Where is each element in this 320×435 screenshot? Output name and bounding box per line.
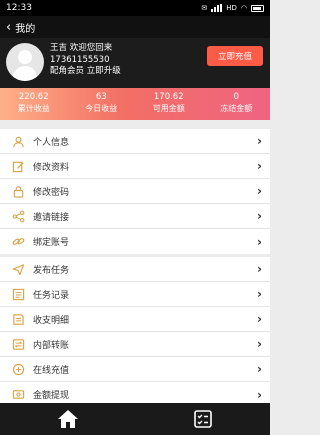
chevron-right-icon: ›	[257, 362, 262, 376]
status-icons: ✉ HD ◠	[201, 4, 264, 12]
avatar[interactable]	[6, 43, 44, 81]
account-menu: 个人信息 › 修改资料 › 修改密码 › 邀请链接 › 绑定账号 ›	[0, 129, 270, 254]
bottom-tab-bar	[0, 403, 270, 435]
menu-item-bind-account[interactable]: 绑定账号 ›	[0, 229, 270, 254]
menu-item-publish-task[interactable]: 发布任务 ›	[0, 257, 270, 282]
menu-item-label: 绑定账号	[33, 238, 70, 248]
menu-item-personal-info[interactable]: 个人信息 ›	[0, 129, 270, 154]
signal-icon	[211, 4, 223, 12]
menu-item-income-expense[interactable]: 收支明细 ›	[0, 307, 270, 332]
task-finance-menu: 发布任务 › 任务记录 › 收支明细 › 内部转账 › 在线充值 › 金额提现 …	[0, 257, 270, 407]
status-time: 12:33	[6, 3, 32, 13]
stat-value: 220.62	[18, 92, 49, 102]
menu-item-internal-transfer[interactable]: 内部转账 ›	[0, 332, 270, 357]
stat-frozen-amount: 0 冻结金额	[203, 88, 271, 120]
phone-number: 17361155530	[50, 54, 110, 65]
chevron-right-icon: ›	[257, 387, 262, 402]
menu-item-label: 发布任务	[33, 265, 70, 276]
chevron-right-icon: ›	[257, 234, 262, 249]
transfer-icon	[12, 338, 25, 351]
home-icon	[57, 410, 78, 428]
book-icon	[12, 313, 25, 326]
task-list-icon	[193, 410, 212, 428]
stat-today-earnings: 63 今日收益	[68, 88, 136, 120]
recharge-button[interactable]: 立即充值	[207, 46, 263, 66]
status-bar: 12:33 ✉ HD ◠	[0, 0, 270, 16]
list-icon	[12, 288, 25, 301]
tab-home[interactable]	[48, 405, 88, 433]
chevron-right-icon: ›	[257, 134, 262, 148]
chevron-right-icon: ›	[257, 337, 262, 351]
tab-tasks[interactable]	[183, 405, 223, 433]
send-icon	[12, 263, 25, 276]
menu-item-label: 收支明细	[33, 315, 70, 326]
stat-label: 可用金额	[152, 104, 185, 113]
earnings-stats: 220.62 累计收益 63 今日收益 170.62 可用金额 0 冻结金额	[0, 88, 270, 120]
recharge-icon	[12, 363, 25, 376]
menu-item-label: 金额提现	[33, 391, 70, 401]
stat-available-amount: 170.62 可用金额	[135, 88, 203, 120]
chevron-right-icon: ›	[257, 159, 262, 173]
menu-item-online-recharge[interactable]: 在线充值 ›	[0, 357, 270, 382]
chevron-right-icon: ›	[257, 287, 262, 301]
chevron-right-icon: ›	[257, 262, 262, 276]
withdraw-icon	[12, 388, 25, 401]
member-level[interactable]: 配角会员 立即升级	[50, 66, 121, 78]
battery-icon	[251, 4, 264, 12]
menu-item-edit-profile[interactable]: 修改资料 ›	[0, 154, 270, 179]
welcome-text: 王吉 欢迎您回来	[50, 43, 113, 53]
menu-item-invite-link[interactable]: 邀请链接 ›	[0, 204, 270, 229]
link-icon	[12, 235, 25, 248]
menu-item-label: 任务记录	[33, 290, 70, 301]
profile-header: 王吉 欢迎您回来 17361155530 配角会员 立即升级 立即充值	[0, 38, 270, 88]
lock-icon	[12, 185, 25, 198]
notification-icon: ✉	[201, 4, 208, 12]
menu-item-label: 内部转账	[33, 340, 70, 351]
stat-label: 今日收益	[85, 104, 118, 113]
user-info: 王吉 欢迎您回来 17361155530 配角会员 立即升级	[50, 43, 121, 78]
page-title: 我的	[15, 23, 36, 35]
menu-item-task-records[interactable]: 任务记录 ›	[0, 282, 270, 307]
stat-label: 冻结金额	[220, 104, 253, 113]
menu-item-change-password[interactable]: 修改密码 ›	[0, 179, 270, 204]
back-arrow-icon[interactable]: ‹	[6, 21, 11, 34]
stat-value: 0	[233, 92, 239, 102]
stat-value: 63	[95, 92, 107, 102]
menu-item-label: 修改密码	[33, 187, 70, 198]
user-icon	[12, 135, 25, 148]
chevron-right-icon: ›	[257, 184, 262, 198]
chevron-right-icon: ›	[257, 209, 262, 223]
stat-value: 170.62	[153, 92, 184, 102]
stat-label: 累计收益	[17, 104, 50, 113]
menu-item-label: 修改资料	[33, 162, 70, 173]
nav-bar: ‹ 我的	[0, 16, 270, 38]
edit-icon	[12, 160, 25, 173]
wifi-icon: ◠	[240, 4, 247, 12]
stat-total-earnings: 220.62 累计收益	[0, 88, 68, 120]
chevron-right-icon: ›	[257, 312, 262, 326]
hd-icon: HD	[226, 4, 237, 12]
menu-item-label: 邀请链接	[33, 212, 70, 223]
menu-item-label: 在线充值	[33, 365, 70, 376]
share-icon	[12, 210, 25, 223]
menu-item-label: 个人信息	[33, 137, 70, 148]
